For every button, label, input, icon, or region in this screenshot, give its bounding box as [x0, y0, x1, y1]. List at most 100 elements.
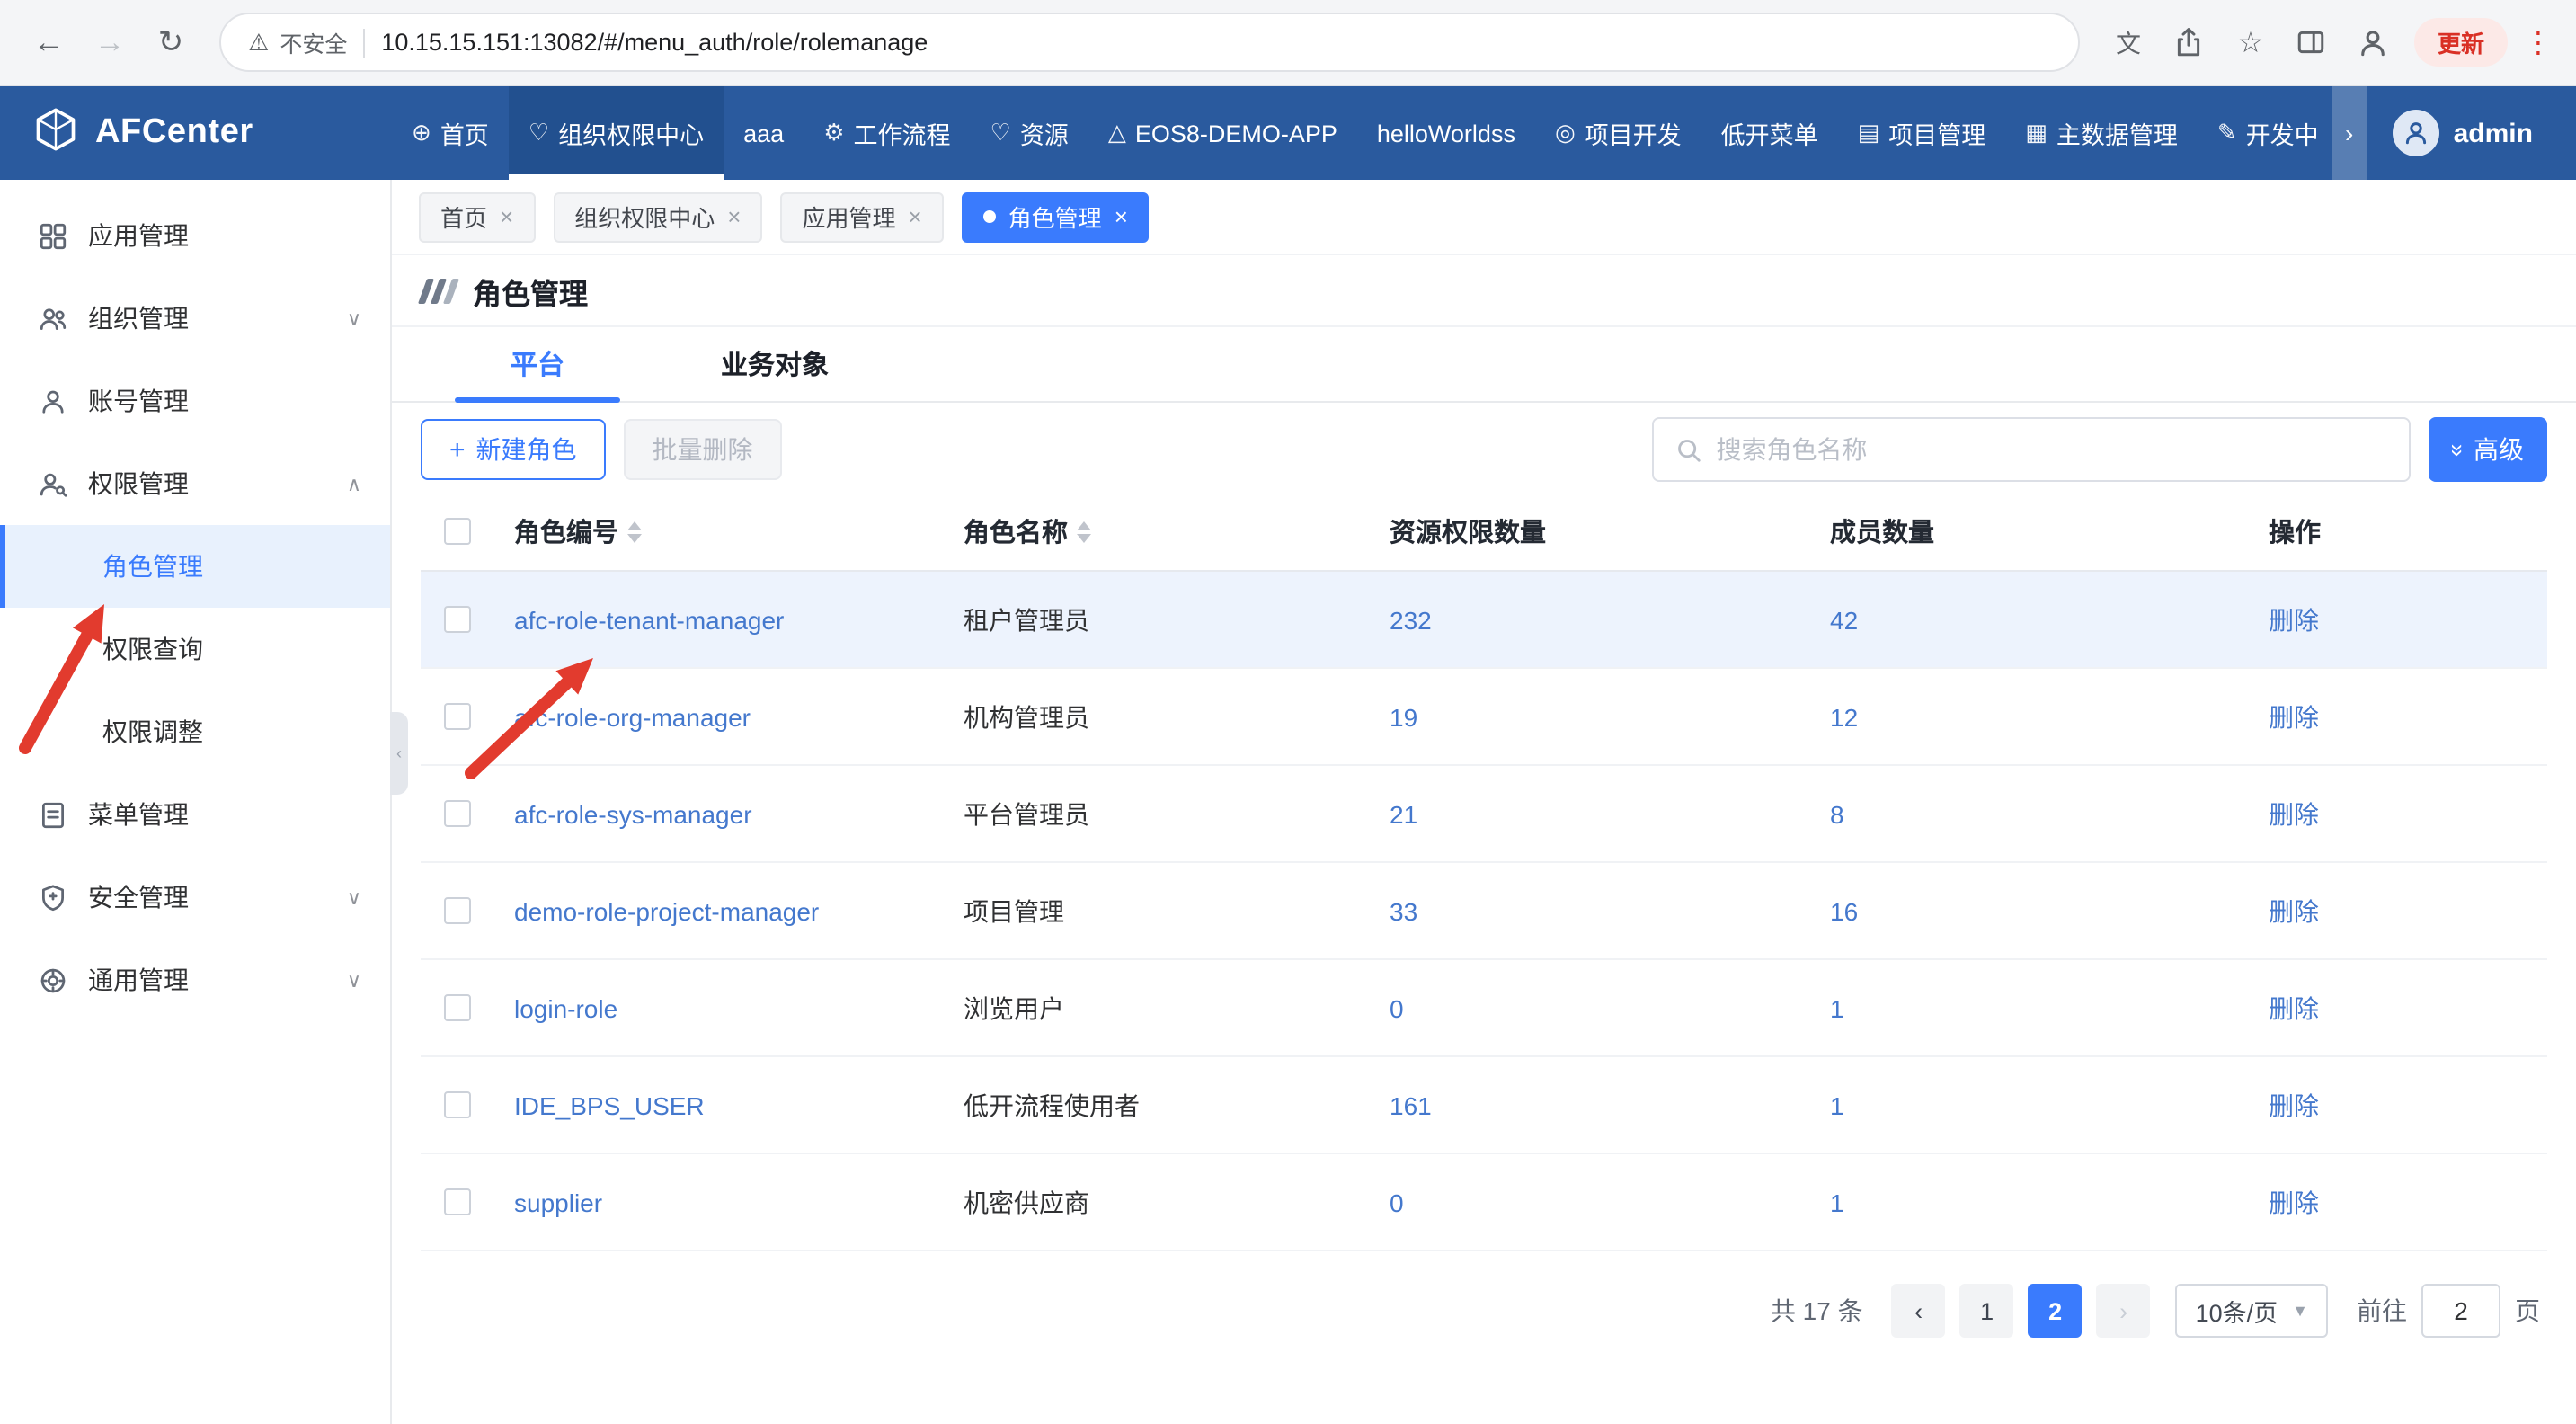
prev-page-button[interactable]: ‹ [1892, 1284, 1946, 1338]
member-count-link[interactable]: 12 [1830, 702, 1858, 731]
sidebar-item-permission-query[interactable]: 权限查询 [0, 608, 390, 690]
row-checkbox[interactable] [444, 606, 471, 633]
page-button-1[interactable]: 1 [1960, 1284, 2014, 1338]
nav-item-lowcode-menu[interactable]: 低开菜单 [1701, 86, 1838, 180]
row-checkbox[interactable] [444, 1091, 471, 1118]
page-size-select[interactable]: 10条/页 ▼ [2176, 1284, 2328, 1338]
user-menu[interactable]: admin [2367, 86, 2576, 180]
role-id-link[interactable]: login-role [514, 993, 617, 1022]
member-count-link[interactable]: 1 [1830, 1090, 1844, 1119]
goto-page-input[interactable] [2421, 1284, 2500, 1338]
browser-menu-icon[interactable]: ⋮ [2522, 24, 2554, 60]
new-role-button[interactable]: + 新建角色 [421, 419, 606, 480]
row-checkbox[interactable] [444, 703, 471, 730]
delete-link[interactable]: 删除 [2269, 1184, 2319, 1220]
tab-chip-role-management[interactable]: 角色管理 × [962, 191, 1150, 242]
split-view-icon[interactable] [2285, 15, 2339, 69]
users-icon [38, 303, 68, 334]
bookmark-star-icon[interactable]: ☆ [2224, 15, 2278, 69]
nav-item-helloworldss[interactable]: helloWorldss [1357, 86, 1535, 180]
role-id-link[interactable]: demo-role-project-manager [514, 896, 819, 925]
sidebar-item-general-management[interactable]: 通用管理 ∨ [0, 939, 390, 1021]
nav-item-home[interactable]: ⊕首页 [392, 86, 509, 180]
nav-item-workflow[interactable]: ⚙工作流程 [804, 86, 970, 180]
nav-item-org-permission-center[interactable]: ♡组织权限中心 [509, 86, 724, 180]
delete-link[interactable]: 删除 [2269, 893, 2319, 929]
delete-link[interactable]: 删除 [2269, 990, 2319, 1026]
member-count-link[interactable]: 1 [1830, 993, 1844, 1022]
row-checkbox[interactable] [444, 994, 471, 1021]
delete-link[interactable]: 删除 [2269, 601, 2319, 637]
sidebar-item-role-management[interactable]: 角色管理 [0, 525, 390, 608]
resource-count-link[interactable]: 161 [1390, 1090, 1432, 1119]
nav-item-project-mgmt[interactable]: ▤项目管理 [1838, 86, 2006, 180]
translate-icon[interactable]: 文 [2101, 15, 2155, 69]
sidebar-collapse-handle[interactable]: ‹ [390, 712, 408, 795]
close-icon[interactable]: × [727, 203, 741, 230]
tab-chip-app-management[interactable]: 应用管理 × [780, 191, 943, 242]
close-icon[interactable]: × [908, 203, 921, 230]
nav-item-master-data[interactable]: ▦主数据管理 [2005, 86, 2198, 180]
resource-count-link[interactable]: 21 [1390, 799, 1417, 828]
security-chip[interactable]: ⚠ 不安全 [248, 25, 347, 59]
sidebar-item-permission-adjust[interactable]: 权限调整 [0, 690, 390, 773]
browser-forward-icon[interactable]: → [83, 15, 137, 69]
row-checkbox[interactable] [444, 897, 471, 924]
delete-link[interactable]: 删除 [2269, 699, 2319, 734]
member-count-link[interactable]: 1 [1830, 1188, 1844, 1216]
share-icon[interactable] [2163, 15, 2216, 69]
delete-link[interactable]: 删除 [2269, 796, 2319, 832]
nav-item-in-development[interactable]: ✎开发中 [2198, 86, 2332, 180]
sidebar-item-security-management[interactable]: 安全管理 ∨ [0, 856, 390, 939]
address-bar[interactable]: ⚠ 不安全 10.15.15.151:13082/#/menu_auth/rol… [219, 13, 2080, 72]
next-page-button[interactable]: › [2097, 1284, 2151, 1338]
select-all-checkbox[interactable] [444, 518, 471, 545]
close-icon[interactable]: × [500, 203, 513, 230]
role-id-link[interactable]: afc-role-tenant-manager [514, 605, 784, 634]
nav-item-resources[interactable]: ♡资源 [971, 86, 1088, 180]
role-id-link[interactable]: supplier [514, 1188, 602, 1216]
row-operations-cell: 删除 [2269, 893, 2547, 929]
sidebar-item-app-management[interactable]: 应用管理 [0, 194, 390, 277]
tab-platform[interactable]: 平台 [419, 327, 656, 401]
column-header-role-id[interactable]: 角色编号 [514, 512, 964, 550]
sidebar-item-permission-management[interactable]: 权限管理 ∧ [0, 442, 390, 525]
sidebar-item-menu-management[interactable]: 菜单管理 [0, 773, 390, 856]
member-count-link[interactable]: 16 [1830, 896, 1858, 925]
sort-icons[interactable] [627, 521, 642, 542]
advanced-button[interactable]: » 高级 [2429, 417, 2547, 482]
nav-item-eos8-demo-app[interactable]: △EOS8-DEMO-APP [1088, 86, 1357, 180]
update-button[interactable]: 更新 [2414, 18, 2508, 67]
member-count-link[interactable]: 8 [1830, 799, 1844, 828]
table-row: afc-role-org-manager 机构管理员 19 12 删除 [421, 669, 2547, 766]
delete-link[interactable]: 删除 [2269, 1087, 2319, 1123]
close-icon[interactable]: × [1115, 203, 1128, 230]
nav-item-aaa[interactable]: aaa [724, 86, 804, 180]
resource-count-link[interactable]: 33 [1390, 896, 1417, 925]
role-id-link[interactable]: afc-role-org-manager [514, 702, 751, 731]
row-checkbox[interactable] [444, 800, 471, 827]
column-header-role-name[interactable]: 角色名称 [964, 512, 1390, 550]
page-button-2[interactable]: 2 [2029, 1284, 2083, 1338]
nav-item-project-dev[interactable]: ◎项目开发 [1535, 86, 1701, 180]
tab-business-object[interactable]: 业务对象 [656, 327, 893, 401]
role-id-link[interactable]: afc-role-sys-manager [514, 799, 752, 828]
browser-back-icon[interactable]: ← [22, 15, 76, 69]
search-input[interactable] [1717, 435, 2387, 464]
resource-count-link[interactable]: 0 [1390, 993, 1404, 1022]
sort-icons[interactable] [1077, 521, 1091, 542]
resource-count-link[interactable]: 0 [1390, 1188, 1404, 1216]
browser-profile-icon[interactable] [2346, 15, 2400, 69]
batch-delete-button[interactable]: 批量删除 [624, 419, 782, 480]
sidebar-item-org-management[interactable]: 组织管理 ∨ [0, 277, 390, 360]
row-checkbox[interactable] [444, 1188, 471, 1215]
sidebar-item-account-management[interactable]: 账号管理 [0, 360, 390, 442]
tab-chip-org-permission-center[interactable]: 组织权限中心 × [553, 191, 762, 242]
browser-reload-icon[interactable]: ↻ [144, 15, 198, 69]
resource-count-link[interactable]: 232 [1390, 605, 1432, 634]
tab-chip-home[interactable]: 首页 × [419, 191, 535, 242]
member-count-link[interactable]: 42 [1830, 605, 1858, 634]
role-id-link[interactable]: IDE_BPS_USER [514, 1090, 705, 1119]
nav-scroll-right-icon[interactable]: › [2332, 86, 2367, 180]
resource-count-link[interactable]: 19 [1390, 702, 1417, 731]
